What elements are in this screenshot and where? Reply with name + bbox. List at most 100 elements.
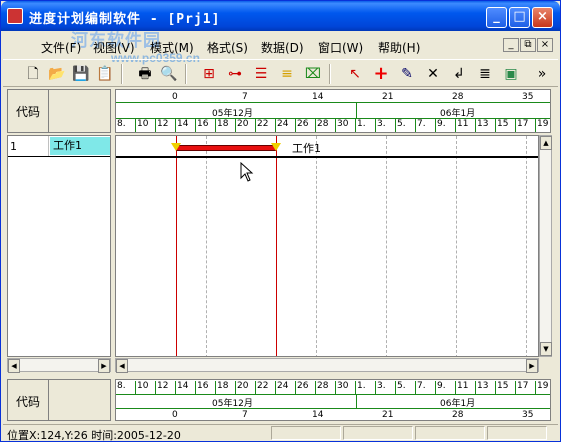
day-tick-label: 12: [156, 119, 176, 132]
row-separator: [8, 156, 110, 157]
zoom-fit-icon[interactable]: ⌧: [303, 64, 323, 84]
day-tick-label: 11: [456, 119, 476, 132]
grid-line: [456, 136, 457, 356]
new-file-icon[interactable]: 🗋: [23, 64, 43, 84]
header-divider: [48, 90, 49, 132]
menu-mode[interactable]: 模式(M): [150, 39, 194, 56]
day-tick-label: 19: [536, 119, 550, 132]
save-icon[interactable]: 💾: [71, 64, 91, 84]
code-footer-label: 代码: [16, 395, 41, 409]
week-tick-label: 14: [312, 92, 324, 102]
menu-window[interactable]: 窗口(W): [318, 39, 363, 56]
pointer-icon[interactable]: ↖: [345, 64, 365, 84]
toolbar-overflow-icon[interactable]: »: [535, 64, 549, 84]
ruler-line: [116, 394, 550, 395]
grid-line: [386, 136, 387, 356]
toolbar-separator: [121, 64, 123, 84]
scroll-left-button[interactable]: ◀: [8, 359, 20, 373]
gantt-horizontal-scrollbar[interactable]: ◀ ▶: [115, 358, 539, 373]
resource-icon[interactable]: ▣: [501, 64, 521, 84]
split-icon[interactable]: ↲: [449, 64, 469, 84]
scroll-right-button[interactable]: ▶: [526, 359, 538, 373]
day-tick-label: 24: [276, 381, 296, 394]
day-tick-label: 15: [496, 119, 516, 132]
day-tick-label: 30: [336, 381, 356, 394]
week-tick-label: 21: [382, 92, 394, 102]
scroll-right-button[interactable]: ▶: [98, 359, 110, 373]
add-icon[interactable]: +: [371, 64, 391, 84]
menu-view[interactable]: 视图(V): [93, 39, 135, 56]
day-tick-label: 10: [136, 381, 156, 394]
status-cell: [343, 426, 413, 440]
menu-help[interactable]: 帮助(H): [378, 39, 420, 56]
day-tick-label: 8.: [116, 119, 136, 132]
chart-edit-icon[interactable]: ✎: [397, 64, 417, 84]
delete-icon[interactable]: ✕: [423, 64, 443, 84]
day-tick-label: 24: [276, 119, 296, 132]
gantt-chart-area[interactable]: 工作1: [115, 135, 539, 357]
footer-divider: [48, 380, 49, 420]
menu-data[interactable]: 数据(D): [261, 39, 304, 56]
day-tick-label: 3.: [376, 381, 396, 394]
task-row-name[interactable]: 工作1: [50, 137, 110, 155]
scroll-down-button[interactable]: ▼: [540, 342, 552, 356]
vertical-scrollbar[interactable]: ▲ ▼: [539, 135, 552, 357]
link-icon[interactable]: ⊶: [225, 64, 245, 84]
ruler-line: [116, 102, 550, 103]
open-folder-icon[interactable]: 📂: [47, 64, 67, 84]
day-tick-label: 12: [156, 381, 176, 394]
week-tick-label: 21: [382, 410, 394, 420]
minimize-button[interactable]: _: [486, 7, 507, 28]
day-tick-label: 10: [136, 119, 156, 132]
list-icon[interactable]: ≣: [475, 64, 495, 84]
list-horizontal-scrollbar[interactable]: ◀ ▶: [7, 358, 111, 373]
menu-file[interactable]: 文件(F): [41, 39, 81, 56]
level-icon[interactable]: ≡: [277, 64, 297, 84]
print-preview-icon[interactable]: 🔍: [159, 64, 179, 84]
day-tick-label: 8.: [116, 381, 136, 394]
ruler-line: [116, 132, 551, 133]
week-tick-label: 28: [452, 410, 464, 420]
day-tick-label: 9.: [436, 381, 456, 394]
month-label: 06年1月: [440, 109, 476, 119]
print-icon[interactable]: 🖶: [135, 64, 155, 84]
ruler-line: [116, 408, 550, 409]
status-position-text: 位置X:124,Y:26 时间:2005-12-20: [7, 429, 181, 442]
mdi-close-button[interactable]: ×: [537, 38, 553, 52]
day-tick-label: 7.: [416, 381, 436, 394]
grid-line: [206, 136, 207, 356]
bar-chart-icon[interactable]: ☰: [251, 64, 271, 84]
task-bar[interactable]: [176, 145, 276, 151]
day-tick-label: 13: [476, 381, 496, 394]
status-cell: [271, 426, 341, 440]
task-bar-label: 工作1: [292, 142, 321, 155]
day-tick-label: 18: [216, 381, 236, 394]
menu-format[interactable]: 格式(S): [207, 39, 248, 56]
week-tick-label: 35: [522, 92, 534, 102]
end-milestone-icon[interactable]: [271, 143, 281, 151]
scroll-up-button[interactable]: ▲: [540, 136, 552, 150]
week-tick-label: 7: [242, 410, 248, 420]
scroll-left-button[interactable]: ◀: [116, 359, 128, 373]
day-tick-label: 28: [316, 119, 336, 132]
task-row-line: [116, 156, 538, 158]
properties-icon[interactable]: 📋: [95, 64, 115, 84]
code-column-footer: 代码: [7, 379, 111, 421]
day-tick-label: 22: [256, 381, 276, 394]
status-bar: 位置X:124,Y:26 时间:2005-12-20: [3, 424, 558, 442]
day-tick-label: 30: [336, 119, 356, 132]
week-tick-label: 14: [312, 410, 324, 420]
day-tick-label: 26: [296, 381, 316, 394]
task-row-id[interactable]: 1: [10, 140, 17, 153]
app-icon[interactable]: [7, 8, 23, 24]
network-diagram-icon[interactable]: ⊞: [199, 64, 219, 84]
start-milestone-icon[interactable]: [171, 143, 181, 151]
mdi-restore-button[interactable]: ⧉: [520, 38, 536, 52]
maximize-button[interactable]: □: [509, 7, 530, 28]
close-button[interactable]: ×: [532, 7, 553, 28]
mdi-minimize-button[interactable]: _: [503, 38, 519, 52]
day-tick-label: 16: [196, 381, 216, 394]
week-tick-label: 7: [242, 92, 248, 102]
day-tick-label: 16: [196, 119, 216, 132]
month-label: 05年12月: [212, 109, 253, 119]
